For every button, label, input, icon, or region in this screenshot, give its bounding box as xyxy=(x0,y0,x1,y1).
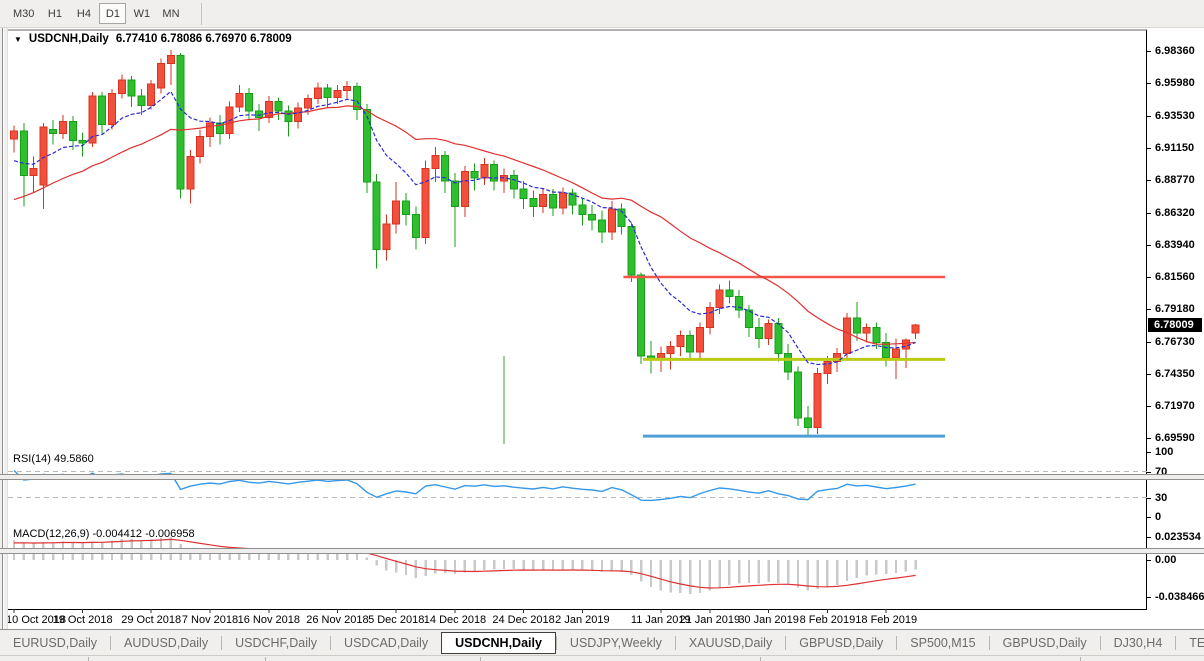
price-axis-label: 6.81560 xyxy=(1155,271,1195,283)
date-axis-label: 18 Feb 2019 xyxy=(855,614,917,626)
tab-usdjpy-weekly[interactable]: USDJPY,Weekly xyxy=(557,632,675,654)
axis-tick xyxy=(1147,342,1151,343)
toolbar-separator xyxy=(201,3,202,25)
price-axis-label: 6.93530 xyxy=(1155,110,1195,122)
window-left-edge xyxy=(0,28,8,629)
timeframe-button-mn[interactable]: MN xyxy=(157,3,184,24)
timeframe-button-h1[interactable]: H1 xyxy=(41,3,68,24)
tab-usdchf-daily[interactable]: USDCHF,Daily xyxy=(222,632,330,654)
pane-separator-rsi[interactable] xyxy=(0,474,1204,480)
date-axis-label: 7 Nov 2018 xyxy=(182,614,238,626)
macd-axis-label: 0.00 xyxy=(1155,554,1176,566)
axis-tick xyxy=(1147,309,1151,310)
axis-tick xyxy=(1147,406,1151,407)
price-axis-label: 6.86320 xyxy=(1155,207,1195,219)
tab-gbpusd-daily[interactable]: GBPUSD,Daily xyxy=(990,632,1100,654)
rsi-indicator-label: RSI(14) 49.5860 xyxy=(13,453,94,465)
price-axis-label: 6.79180 xyxy=(1155,303,1195,315)
tab-usdcnh-daily[interactable]: USDCNH,Daily xyxy=(441,632,556,654)
tab-sp500-m15[interactable]: SP500,M15 xyxy=(897,632,988,654)
date-axis-label: 8 Feb 2019 xyxy=(800,614,856,626)
chart-symbol-label: USDCNH,Daily xyxy=(29,33,109,45)
rsi-axis-label: 100 xyxy=(1155,446,1173,458)
axis-tick xyxy=(1147,517,1151,518)
axis-tick xyxy=(1147,452,1151,453)
price-axis-label: 6.71970 xyxy=(1155,400,1195,412)
tab-eurusd-daily[interactable]: EURUSD,Daily xyxy=(0,632,110,654)
tab-dj30-h4[interactable]: DJ30,H4 xyxy=(1101,632,1176,654)
axis-tick xyxy=(1147,180,1151,181)
chart-ohlc-values: 6.77410 6.78086 6.76970 6.78009 xyxy=(116,33,292,45)
date-axis-label: 26 Nov 2018 xyxy=(306,614,368,626)
price-axis-label: 6.69590 xyxy=(1155,432,1195,444)
price-axis[interactable]: 6.98360 6.95980 6.93530 6.91150 6.88770 6.863… xyxy=(1147,28,1204,629)
axis-tick xyxy=(1147,245,1151,246)
date-axis-label: 21 Jan 2019 xyxy=(680,614,741,626)
rsi-axis-label: 0 xyxy=(1155,511,1161,523)
tab-usdcad-daily[interactable]: USDCAD,Daily xyxy=(331,632,441,654)
axis-tick xyxy=(1147,438,1151,439)
chart-window: 10 Oct 201819 Oct 201829 Oct 20187 Nov 2… xyxy=(0,28,1204,629)
tab-audusd-daily[interactable]: AUDUSD,Daily xyxy=(111,632,221,654)
price-axis-label: 6.88770 xyxy=(1155,174,1195,186)
chart-title: ▼ USDCNH,Daily 6.77410 6.78086 6.76970 6… xyxy=(14,33,292,45)
timeframe-button-d1[interactable]: D1 xyxy=(99,3,126,24)
terminal-window: M30H1H4D1W1MN 10 Oct 201819 Oct 201829 O… xyxy=(0,0,1204,661)
date-axis-label: 29 Oct 2018 xyxy=(121,614,181,626)
timeframe-toolbar: M30H1H4D1W1MN xyxy=(0,0,1204,28)
current-price-tag: 6.78009 xyxy=(1148,318,1202,332)
pane-separator-macd[interactable] xyxy=(0,548,1204,554)
price-axis-label: 6.83940 xyxy=(1155,239,1195,251)
collapse-triangle-icon[interactable]: ▼ xyxy=(14,35,22,44)
timeframe-button-h4[interactable]: H4 xyxy=(70,3,97,24)
chart-tab-bar: EURUSD,DailyAUDUSD,DailyUSDCHF,DailyUSDC… xyxy=(0,629,1204,655)
price-axis-label: 6.74350 xyxy=(1155,368,1195,380)
macd-axis-label: 0.023534 xyxy=(1155,531,1201,543)
axis-tick xyxy=(1147,472,1151,473)
bottom-strip xyxy=(0,655,1204,661)
price-axis-label: 6.95980 xyxy=(1155,77,1195,89)
date-axis-label: 30 Jan 2019 xyxy=(738,614,799,626)
axis-tick xyxy=(1147,597,1151,598)
axis-tick xyxy=(1147,498,1151,499)
date-axis-label: 5 Dec 2018 xyxy=(368,614,424,626)
axis-tick xyxy=(1147,537,1151,538)
macd-axis-label: -0.038466 xyxy=(1155,591,1204,603)
date-axis-label: 24 Dec 2018 xyxy=(492,614,554,626)
axis-tick xyxy=(1147,277,1151,278)
axis-tick xyxy=(1147,213,1151,214)
axis-tick xyxy=(1147,83,1151,84)
price-axis-label: 6.76730 xyxy=(1155,336,1195,348)
date-axis-label: 16 Nov 2018 xyxy=(238,614,300,626)
timeframe-button-w1[interactable]: W1 xyxy=(128,3,155,24)
tab-xauusd-daily[interactable]: XAUUSD,Daily xyxy=(676,632,785,654)
axis-tick xyxy=(1147,51,1151,52)
date-axis-label: 19 Oct 2018 xyxy=(53,614,113,626)
tab-tech100[interactable]: TECH100, xyxy=(1176,632,1204,654)
date-axis-label: 2 Jan 2019 xyxy=(555,614,609,626)
price-axis-label: 6.98360 xyxy=(1155,45,1195,57)
axis-tick xyxy=(1147,374,1151,375)
rsi-axis-label: 30 xyxy=(1155,492,1167,504)
axis-tick xyxy=(1147,148,1151,149)
timeframe-button-m30[interactable]: M30 xyxy=(8,3,39,24)
axis-tick xyxy=(1147,560,1151,561)
macd-indicator-label: MACD(12,26,9) -0.004412 -0.006958 xyxy=(13,528,195,540)
axis-tick xyxy=(1147,116,1151,117)
price-axis-label: 6.91150 xyxy=(1155,142,1194,154)
date-axis-label: 14 Dec 2018 xyxy=(424,614,486,626)
tab-gbpusd-daily[interactable]: GBPUSD,Daily xyxy=(786,632,896,654)
